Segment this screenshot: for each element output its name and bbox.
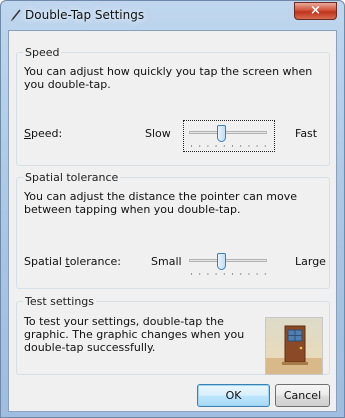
spatial-slider-ticks [191, 273, 266, 275]
test-door-graphic[interactable] [265, 317, 323, 375]
spatial-group-title: Spatial tolerance [23, 171, 121, 184]
speed-description: You can adjust how quickly you tap the s… [24, 65, 313, 91]
test-group-title: Test settings [23, 295, 97, 308]
window-title: Double-Tap Settings [25, 8, 145, 22]
test-description: To test your settings, double-tap the gr… [24, 315, 245, 354]
spatial-tolerance-group: Spatial tolerance You can adjust the dis… [16, 171, 330, 289]
speed-label: Speed: [24, 127, 63, 140]
door-icon [266, 318, 322, 374]
test-settings-group: Test settings To test your settings, dou… [16, 295, 330, 375]
pen-icon [10, 9, 21, 22]
cancel-button[interactable]: Cancel [275, 384, 330, 407]
spatial-min-label: Small [151, 255, 182, 268]
close-icon: × [310, 3, 321, 18]
speed-slider-thumb[interactable] [216, 125, 226, 142]
title-bar[interactable]: Double-Tap Settings × [1, 1, 344, 29]
spatial-label: Spatial tolerance: [24, 255, 122, 268]
spatial-max-label: Large [295, 255, 326, 268]
speed-group: Speed You can adjust how quickly you tap… [16, 46, 330, 166]
close-button[interactable]: × [294, 2, 337, 20]
spatial-description: You can adjust the distance the pointer … [24, 190, 298, 216]
dialog-window: Double-Tap Settings × Speed You can adju… [0, 0, 345, 418]
speed-slider-track[interactable] [189, 131, 267, 134]
speed-group-title: Speed [23, 46, 62, 59]
spatial-slider-track[interactable] [189, 259, 267, 262]
dialog-body: Speed You can adjust how quickly you tap… [8, 30, 337, 412]
speed-min-label: Slow [145, 127, 171, 140]
ok-button[interactable]: OK [197, 384, 270, 407]
speed-slider-ticks [191, 145, 266, 147]
spatial-slider-thumb[interactable] [216, 253, 226, 270]
speed-max-label: Fast [295, 127, 318, 140]
